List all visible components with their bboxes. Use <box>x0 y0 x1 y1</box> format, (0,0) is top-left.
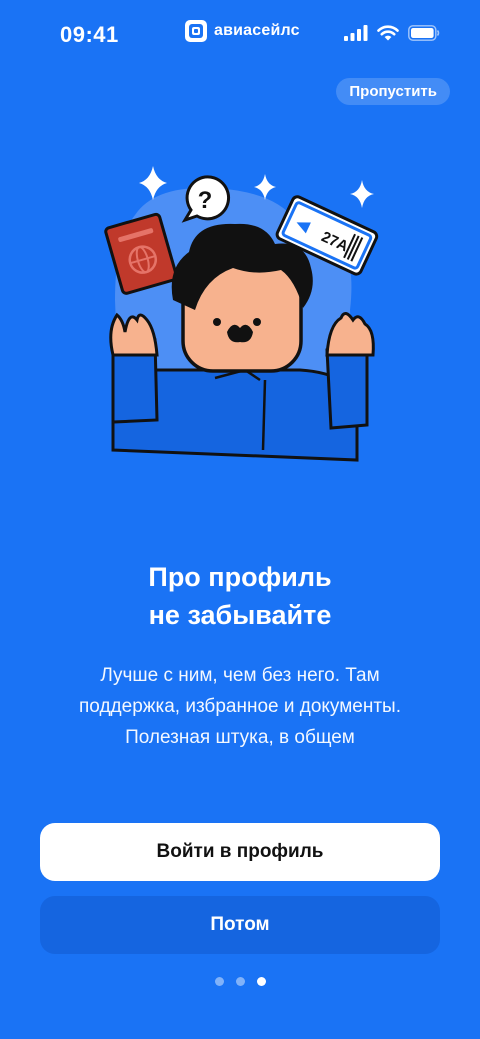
right-arm <box>325 343 369 430</box>
page-description-line-2: поддержка, избранное и документы. <box>79 696 401 717</box>
brand-name: авиасейлс <box>214 22 300 39</box>
wifi-icon <box>377 25 399 41</box>
page-title-line-1: Про профиль <box>148 562 332 592</box>
pagination-dot[interactable] <box>235 977 245 986</box>
page-description: Лучше с ним, чем без него. Там поддержка… <box>30 660 450 753</box>
brand: авиасейлс <box>185 19 300 43</box>
onboarding-illustration: ? 27A <box>104 166 379 462</box>
question-mark: ? <box>198 187 213 214</box>
status-bar: 09:41 авиасейлс <box>0 0 480 70</box>
pagination-dot-active[interactable] <box>256 977 266 986</box>
question-bubble-icon: ? <box>181 175 231 223</box>
page-description-line-3: Полезная штука, в общем <box>125 727 355 748</box>
sparkle-icon <box>350 180 374 208</box>
status-time: 09:41 <box>60 22 119 47</box>
page-title: Про профиль не забывайте <box>0 558 480 634</box>
page-title-line-2: не забывайте <box>148 600 332 630</box>
pagination-dot[interactable] <box>214 977 224 986</box>
aviasales-logo-icon <box>185 20 207 42</box>
status-icons <box>344 25 440 41</box>
page-description-line-1: Лучше с ним, чем без него. Там <box>100 665 380 686</box>
cellular-icon <box>344 25 368 41</box>
pagination-dots <box>0 977 480 986</box>
skip-button[interactable]: Пропустить <box>336 78 450 105</box>
battery-icon <box>408 25 440 41</box>
later-button[interactable]: Потом <box>40 896 440 954</box>
login-button[interactable]: Войти в профиль <box>40 823 440 881</box>
